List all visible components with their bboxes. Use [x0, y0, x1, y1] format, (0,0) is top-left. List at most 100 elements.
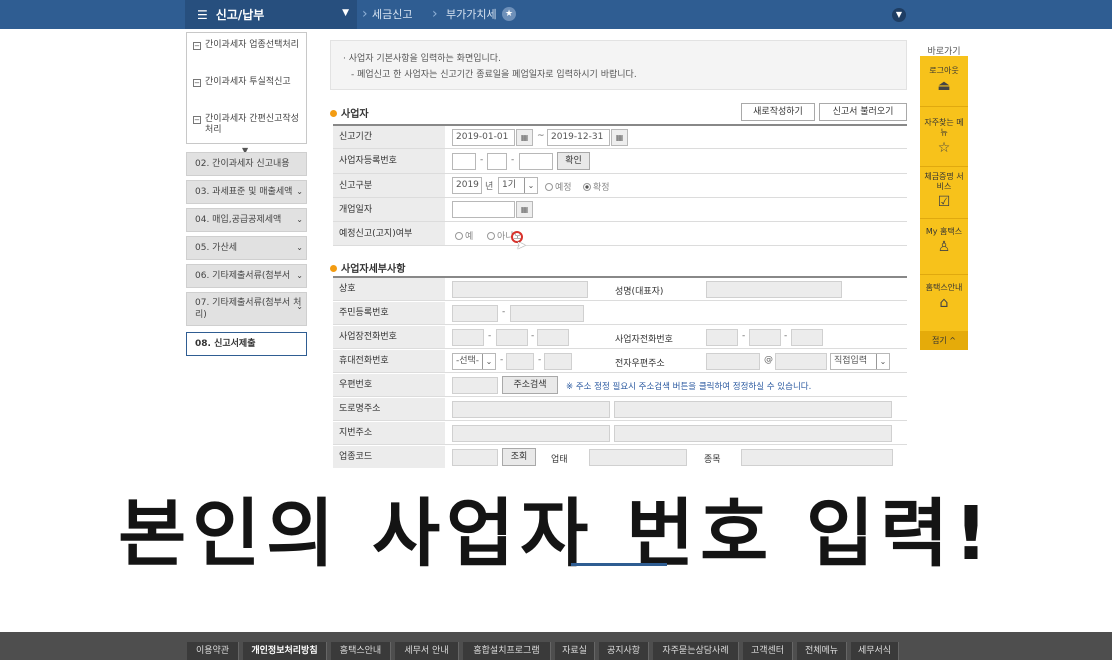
industry-code-input[interactable] — [452, 449, 498, 466]
collapse-icon: − — [193, 116, 201, 124]
calendar-icon[interactable]: ▦ — [516, 129, 533, 146]
collapse-icon: − — [193, 42, 201, 50]
home-tel-part1-input[interactable] — [706, 329, 738, 346]
quick-separator — [920, 274, 968, 275]
quick-my-hometax[interactable]: My 홈택스 ♙ — [920, 227, 968, 255]
period-to-input[interactable]: 2019-12-31 — [547, 129, 610, 146]
load-return-button[interactable]: 신고서 불러오기 — [819, 103, 907, 121]
quick-item-label: 홈택스안내 — [925, 283, 963, 292]
nav-item-08[interactable]: 08. 신고서제출 — [186, 332, 307, 356]
nav-item-07[interactable]: 07. 기타제출서류(첨부서 처리) ⌄ — [186, 292, 307, 326]
row-divider — [333, 245, 907, 246]
quick-item-label: 체금증명 서비스 — [924, 172, 964, 191]
year-input[interactable]: 2019 — [452, 177, 482, 194]
dash-separator: - — [511, 155, 515, 165]
favorite-star-icon[interactable]: ★ — [502, 7, 516, 21]
footer-link-terms[interactable]: 이용약관 — [187, 642, 239, 660]
period-from-input[interactable]: 2019-01-01 — [452, 129, 515, 146]
top-navigation-bar: ☰ 신고/납부 ▼ › 세금신고 › 부가가치세 ★ ▼ — [0, 0, 1112, 29]
row-divider — [333, 221, 907, 222]
chevron-down-icon: ⌄ — [524, 178, 537, 193]
rrn-part2-input[interactable] — [510, 305, 584, 322]
home-tel-part3-input[interactable] — [791, 329, 823, 346]
range-separator: ~ — [537, 131, 545, 141]
business-item-input[interactable] — [741, 449, 893, 466]
jibun-address-1-input[interactable] — [452, 425, 610, 442]
mobile-part2-input[interactable] — [506, 353, 534, 370]
submenu-item[interactable]: − 간이과세자 간편신고작성 처리 — [193, 114, 301, 136]
row-divider — [333, 300, 907, 301]
business-type-input[interactable] — [589, 449, 687, 466]
row-divider — [333, 444, 907, 445]
road-address-1-input[interactable] — [452, 401, 610, 418]
breadcrumb-tax-filing[interactable]: 세금신고 — [372, 0, 412, 29]
row-divider — [333, 148, 907, 149]
breadcrumb-vat[interactable]: 부가가치세 — [446, 0, 497, 29]
submenu-item[interactable]: − 간이과세자 투실적신고 — [193, 77, 301, 88]
type-radio-final[interactable]: 확정 — [583, 180, 610, 193]
bizno-part1-input[interactable] — [452, 153, 476, 170]
nav-item-label: 06. 기타제출서류(첨부서 — [195, 271, 291, 281]
calendar-icon[interactable]: ▦ — [611, 129, 628, 146]
term-select[interactable]: 1기 ⌄ — [498, 177, 538, 194]
nav-item-04[interactable]: 04. 매입,공급공제세액 ⌄ — [186, 208, 307, 232]
label-business-type: 업태 — [551, 455, 568, 465]
row-divider — [333, 197, 907, 198]
email-domain-select[interactable]: 직접입력 ⌄ — [830, 353, 890, 370]
nav-item-03[interactable]: 03. 과세표준 및 매출세액 ⌄ — [186, 180, 307, 204]
bizno-part2-input[interactable] — [487, 153, 507, 170]
jibun-address-2-input[interactable] — [614, 425, 892, 442]
zip-input[interactable] — [452, 377, 498, 394]
footer-link-taxoffice-guide[interactable]: 세무서 안내 — [395, 642, 459, 660]
email-domain-input[interactable] — [775, 353, 827, 370]
home-tel-part2-input[interactable] — [749, 329, 781, 346]
road-address-2-input[interactable] — [614, 401, 892, 418]
bizno-part3-input[interactable] — [519, 153, 553, 170]
label-correction: 예정신고(고지)여부 — [333, 222, 445, 246]
nav-item-02[interactable]: 02. 간이과세자 신고내용 — [186, 152, 307, 176]
quick-favorite-menu[interactable]: 자주찾는 메뉴 ☆ — [920, 118, 968, 156]
row-divider — [333, 324, 907, 325]
calendar-icon[interactable]: ▦ — [516, 201, 533, 218]
nav-item-06[interactable]: 06. 기타제출서류(첨부서 ⌄ — [186, 264, 307, 288]
footer-link-install-program[interactable]: 홈합설치프로그램 — [463, 642, 551, 660]
footer-link-customer-center[interactable]: 고객센터 — [743, 642, 793, 660]
footer-link-notices[interactable]: 공지사항 — [599, 642, 649, 660]
footer-link-privacy[interactable]: 개인정보처리방침 — [243, 642, 327, 660]
dash-separator: - — [742, 331, 746, 341]
mobile-part3-input[interactable] — [544, 353, 572, 370]
quick-logout[interactable]: 로그아웃 ⏏ — [920, 66, 968, 94]
quick-hometax-guide[interactable]: 홈택스안내 ⌂ — [920, 283, 968, 311]
new-write-button[interactable]: 새로작성하기 — [741, 103, 815, 121]
office-tel-part3-input[interactable] — [537, 329, 569, 346]
nav-item-label: 04. 매입,공급공제세액 — [195, 215, 282, 225]
address-search-button[interactable]: 주소검색 — [502, 376, 558, 394]
footer-link-hometax-guide[interactable]: 홈택스안내 — [331, 642, 391, 660]
footer-link-all-menu[interactable]: 전체메뉴 — [797, 642, 847, 660]
quick-certificate-service[interactable]: 체금증명 서비스 ☑ — [920, 172, 968, 210]
main-menu-button[interactable]: ☰ 신고/납부 ▼ — [185, 0, 357, 29]
email-id-input[interactable] — [706, 353, 760, 370]
label-business-item: 종목 — [704, 455, 721, 465]
footer-link-library[interactable]: 자료실 — [555, 642, 595, 660]
nav-item-05[interactable]: 05. 가산세 ⌄ — [186, 236, 307, 260]
quick-collapse-button[interactable]: 접기 ^ — [920, 331, 968, 350]
company-input[interactable] — [452, 281, 588, 298]
office-tel-part1-input[interactable] — [452, 329, 484, 346]
confirm-button[interactable]: 확인 — [557, 152, 590, 170]
footer-link-faq[interactable]: 자주묻는상담사례 — [653, 642, 739, 660]
quick-separator — [920, 218, 968, 219]
notice-box: · 사업자 기본사항을 입력하는 화면입니다. - 폐업신고 한 사업자는 신고… — [330, 40, 907, 90]
submenu-item[interactable]: − 간이과세자 업종선택처리 — [193, 40, 301, 51]
expand-down-icon[interactable]: ▼ — [892, 8, 906, 22]
table-top-border — [333, 124, 907, 126]
mobile-prefix-select[interactable]: -선택- ⌄ — [452, 353, 496, 370]
industry-lookup-button[interactable]: 조회 — [502, 448, 536, 466]
ceo-name-input[interactable] — [706, 281, 842, 298]
yn-radio-yes[interactable]: 예 — [455, 229, 473, 242]
rrn-part1-input[interactable] — [452, 305, 498, 322]
closedate-input[interactable] — [452, 201, 515, 218]
office-tel-part2-input[interactable] — [496, 329, 528, 346]
footer-link-tax-forms[interactable]: 세무서식 — [851, 642, 899, 660]
type-radio-prelim[interactable]: 예정 — [545, 180, 572, 193]
